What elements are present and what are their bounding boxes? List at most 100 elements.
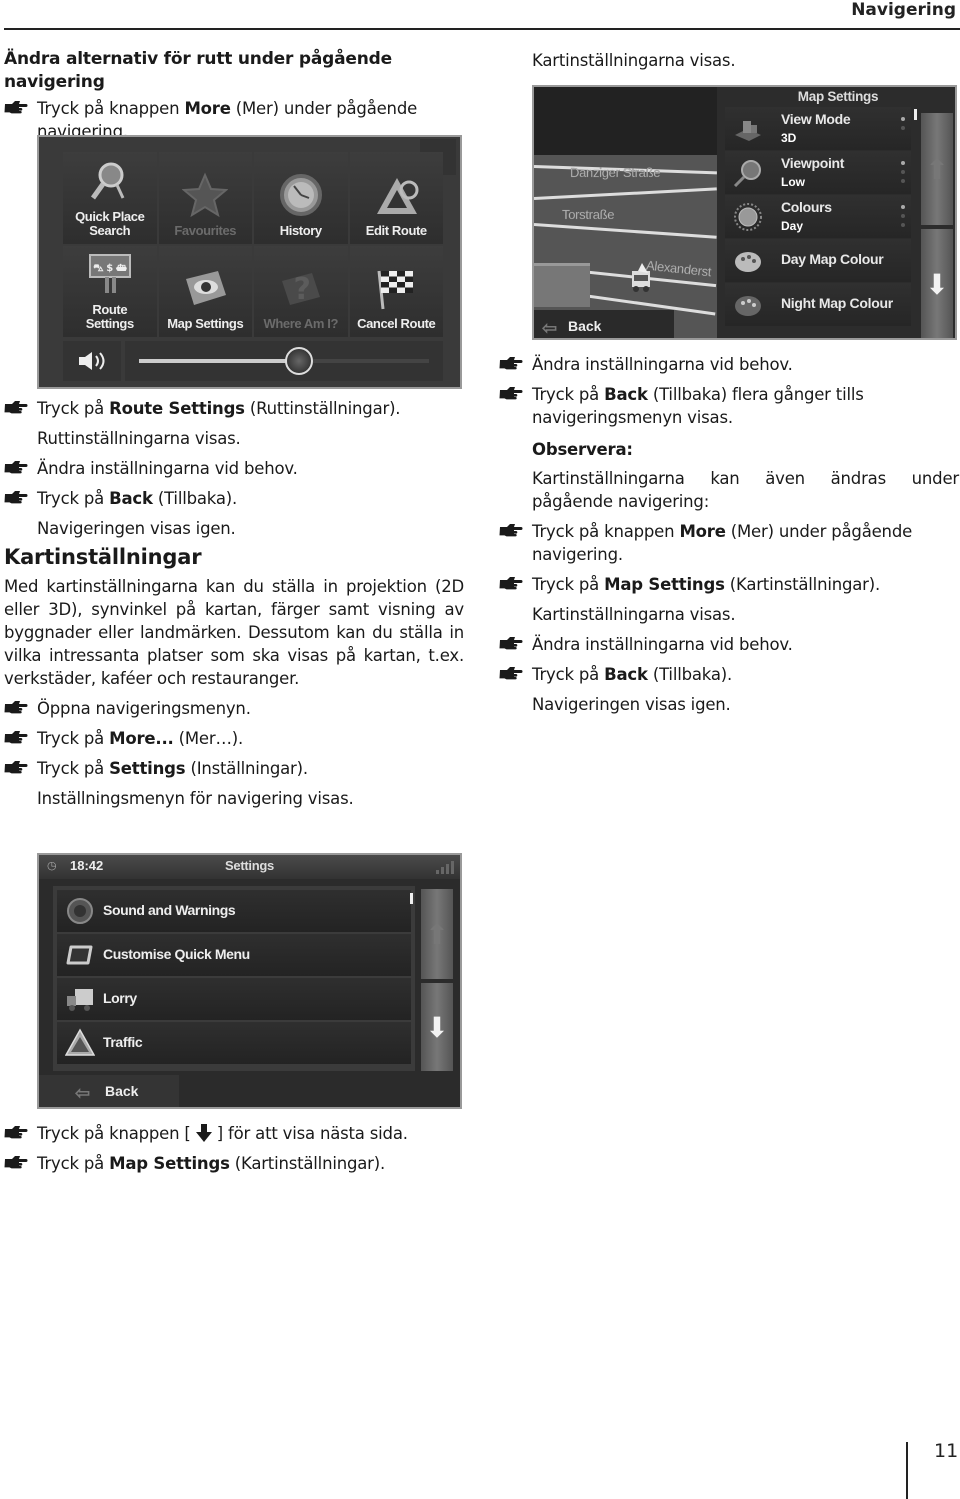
map-setting-view-mode[interactable]: View Mode 3D	[725, 107, 911, 150]
step-item: Tryck på knappen [ ] för att visa nästa …	[4, 1122, 464, 1145]
scroll-position-indicator	[410, 893, 413, 904]
result-note: Inställningsmenyn för navigering visas.	[37, 789, 354, 808]
tile-history[interactable]: History	[254, 152, 348, 244]
scroll-up-button[interactable]: ⬆	[921, 113, 953, 225]
palette-icon	[735, 252, 761, 272]
intro-paragraph: Med kartinställningarna kan du ställa in…	[4, 577, 464, 688]
tile-quick-place-search[interactable]: Quick Place Search	[63, 152, 157, 244]
result-note: Ruttinställningarna visas.	[37, 429, 241, 448]
step-item: Tryck på Route Settings (Ruttinställning…	[4, 397, 464, 420]
right-column-top: Kartinställningarna visas.	[499, 49, 959, 72]
more-menu-grid: Quick Place Search Favourites History Ed…	[63, 152, 443, 337]
step-item: Tryck på Back (Tillbaka).	[4, 487, 464, 510]
pointing-hand-icon	[4, 700, 28, 714]
settings-item-sound-and-warnings[interactable]: Sound and Warnings	[57, 890, 411, 932]
option-indicator	[901, 205, 905, 232]
left-column-bottom: Tryck på knappen [ ] för att visa nästa …	[4, 1122, 464, 1175]
step-item: Tryck på Back (Tillbaka) flera gånger ti…	[499, 383, 959, 429]
buildings-icon	[735, 121, 761, 141]
back-button[interactable]: ⇦ Back	[39, 1075, 179, 1107]
traffic-warning-icon	[65, 1028, 95, 1056]
pointing-hand-icon	[499, 386, 523, 400]
note-heading: Observera:	[532, 440, 633, 459]
tile-where-am-i[interactable]: ? Where Am I?	[254, 245, 348, 337]
pointing-hand-icon	[4, 490, 28, 504]
page-header-title: Navigering	[851, 0, 956, 20]
left-column-top: Ändra alternativ för rutt under pågående…	[4, 48, 464, 143]
signal-strength-icon	[436, 861, 454, 874]
svg-text:?: ?	[293, 272, 310, 307]
note-text: Kartinställningarna kan även ändras unde…	[532, 469, 959, 511]
truck-icon	[67, 989, 93, 1011]
left-column-middle: Tryck på Route Settings (Ruttinställning…	[4, 397, 464, 810]
arrow-left-icon: ⇦	[542, 318, 558, 338]
speaker-icon	[79, 352, 105, 370]
scroll-position-indicator	[914, 109, 917, 120]
rounded-square-icon	[66, 945, 93, 965]
pointing-hand-icon	[499, 636, 523, 650]
map-road	[534, 187, 717, 200]
pointing-hand-icon	[4, 1125, 28, 1139]
question-map-icon: ?	[281, 272, 320, 307]
map-setting-night-map-colour[interactable]: Night Map Colour	[725, 283, 911, 326]
map-setting-colours[interactable]: Colours Day	[725, 195, 911, 238]
checkered-flag-icon	[377, 270, 414, 310]
building-3d	[534, 263, 590, 307]
settings-title: Settings	[225, 858, 274, 873]
step-item: Ändra inställningarna vid behov.	[4, 457, 464, 480]
step-item: Tryck på knappen More (Mer) under pågåen…	[499, 520, 959, 566]
volume-slider[interactable]	[125, 341, 443, 381]
step-item: Ändra inställningarna vid behov.	[499, 633, 959, 656]
pointing-hand-icon	[4, 400, 28, 414]
pointing-hand-icon	[499, 666, 523, 680]
sun-icon	[734, 203, 762, 231]
pointing-hand-icon	[4, 1155, 28, 1169]
map-setting-day-map-colour[interactable]: Day Map Colour	[725, 239, 911, 282]
settings-title-bar: ◷ 18:42 Settings	[39, 855, 460, 879]
arrow-up-icon: ⬆	[425, 918, 449, 950]
tile-favourites[interactable]: Favourites	[158, 152, 252, 244]
step-item: Tryck på More... (Mer…).	[4, 727, 464, 750]
map-settings-title: Map Settings	[797, 89, 879, 104]
more-menu-screenshot: › Quick Place Search Favourites History …	[37, 135, 462, 389]
arrow-down-icon: ⬇	[925, 268, 949, 300]
step-item: Tryck på Settings (Inställningar).	[4, 757, 464, 780]
header-rule	[4, 28, 960, 30]
tile-map-settings[interactable]: Map Settings	[158, 245, 252, 337]
eye-map-icon	[186, 271, 227, 305]
map-view: Danziger Straße Torstraße Alexanderst ⇦ …	[534, 87, 717, 338]
pointing-hand-icon	[4, 760, 28, 774]
map-setting-viewpoint[interactable]: Viewpoint Low	[725, 151, 911, 194]
back-button[interactable]: ⇦ Back	[534, 310, 674, 338]
settings-item-traffic[interactable]: Traffic	[57, 1022, 411, 1064]
settings-item-customise-quick-menu[interactable]: Customise Quick Menu	[57, 934, 411, 976]
scroll-down-button[interactable]: ⬇	[921, 229, 953, 338]
map-road	[534, 223, 717, 239]
set-square-icon	[377, 177, 419, 214]
map-settings-list: View Mode 3D Viewpoint Low Colours Day D…	[725, 107, 911, 327]
svg-text:⛍ $ ⛴: ⛍ $ ⛴	[93, 263, 127, 274]
volume-mute-button[interactable]	[63, 341, 121, 381]
magnifier-icon	[733, 160, 761, 187]
step-item: Tryck på Map Settings (Kartinställningar…	[4, 1152, 464, 1175]
tile-cancel-route[interactable]: Cancel Route	[349, 245, 443, 337]
tile-edit-route[interactable]: Edit Route	[349, 152, 443, 244]
scroll-down-button[interactable]: ⬇	[421, 983, 453, 1071]
volume-slider-handle[interactable]	[284, 347, 313, 375]
street-label: Torstraße	[562, 207, 615, 222]
pointing-hand-icon	[499, 523, 523, 537]
road-sign-icon: ⛍ $ ⛴	[88, 254, 131, 293]
arrow-up-icon: ⬆	[925, 153, 949, 185]
street-label: Danziger Straße	[570, 165, 661, 180]
settings-list: Sound and Warnings Customise Quick Menu …	[53, 886, 415, 1071]
right-column-main: Ändra inställningarna vid behov. Tryck p…	[499, 353, 959, 716]
map-settings-screenshot: Danziger Straße Torstraße Alexanderst ⇦ …	[532, 85, 957, 340]
scroll-up-button[interactable]: ⬆	[421, 889, 453, 979]
result-note: Navigeringen visas igen.	[37, 519, 236, 538]
down-arrow-icon	[195, 1124, 212, 1142]
settings-item-lorry[interactable]: Lorry	[57, 978, 411, 1020]
street-label: Alexanderst	[645, 257, 712, 280]
magnifier-icon	[90, 162, 125, 199]
pointing-hand-icon	[499, 356, 523, 370]
tile-route-settings[interactable]: ⛍ $ ⛴ Route Settings	[63, 245, 157, 337]
